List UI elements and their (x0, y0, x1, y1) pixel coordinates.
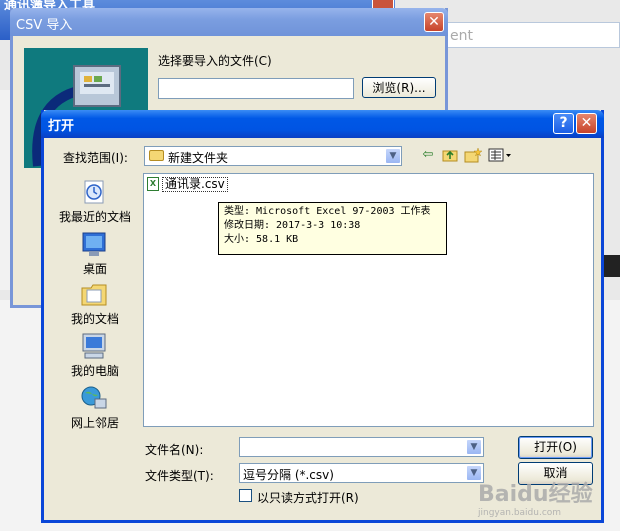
read-only-checkbox[interactable] (239, 489, 252, 502)
file-list-item[interactable]: 通讯录.csv (162, 177, 228, 192)
background-search-input[interactable]: ent (445, 22, 620, 48)
look-in-value: 新建文件夹 (168, 151, 229, 165)
file-name-input[interactable] (239, 437, 484, 457)
tooltip-modified-line: 修改日期: 2017-3-3 10:38 (224, 220, 361, 231)
back-arrow-icon[interactable]: ⇦ (418, 146, 438, 164)
my-documents-icon (81, 284, 107, 306)
desktop-icon (82, 232, 106, 256)
place-network-places[interactable]: 网上邻居 (55, 380, 135, 432)
place-my-documents[interactable]: 我的文档 (55, 276, 135, 328)
csv-file-path-input[interactable] (158, 78, 354, 99)
tooltip-type-line: 类型: Microsoft Excel 97-2003 工作表 (224, 206, 431, 217)
chevron-down-icon[interactable]: ▼ (466, 439, 482, 455)
file-name-label: 文件名(N): (145, 443, 204, 457)
read-only-label: 以只读方式打开(R) (257, 491, 359, 505)
network-places-icon (81, 386, 107, 409)
place-network-places-label: 网上邻居 (70, 416, 119, 430)
csv-file-prompt-label: 选择要导入的文件(C) (158, 54, 272, 68)
place-desktop-label: 桌面 (82, 262, 107, 276)
open-dialog-titlebar[interactable] (41, 110, 604, 138)
place-recent-documents-label: 我最近的文档 (58, 210, 131, 224)
place-my-computer-label: 我的电脑 (70, 364, 119, 378)
csv-dialog-title: CSV 导入 (16, 18, 73, 33)
browse-button[interactable]: 浏览(R)... (362, 77, 436, 98)
place-recent-documents[interactable]: 我最近的文档 (55, 174, 135, 226)
new-folder-icon[interactable] (463, 146, 483, 164)
tooltip-size-line: 大小: 58.1 KB (224, 234, 299, 245)
look-in-label: 查找范围(I): (63, 151, 128, 165)
up-folder-icon[interactable] (440, 146, 460, 164)
recent-documents-icon (84, 180, 104, 204)
my-computer-icon (82, 333, 106, 359)
baidu-watermark-url: jingyan.baidu.com (478, 508, 562, 518)
help-button[interactable]: ? (553, 113, 574, 134)
view-menu-icon[interactable] (487, 146, 513, 164)
open-dialog-close-button[interactable]: ✕ (576, 113, 597, 134)
open-button[interactable]: 打开(O) (518, 436, 593, 459)
baidu-watermark: Baidu经验 (478, 482, 593, 507)
file-info-tooltip: 类型: Microsoft Excel 97-2003 工作表 修改日期: 20… (218, 202, 447, 255)
chevron-down-icon[interactable]: ▼ (385, 148, 401, 164)
place-my-documents-label: 我的文档 (70, 312, 119, 326)
excel-csv-file-icon: X (147, 177, 159, 191)
file-type-value: 逗号分隔 (*.csv) (243, 468, 334, 482)
place-desktop[interactable]: 桌面 (55, 226, 135, 276)
open-dialog-title: 打开 (48, 119, 75, 134)
file-type-label: 文件类型(T): (145, 469, 214, 483)
csv-dialog-close-button[interactable]: ✕ (424, 12, 444, 32)
folder-icon (149, 150, 164, 161)
place-my-computer[interactable]: 我的电脑 (55, 328, 135, 380)
csv-dialog-titlebar (10, 8, 448, 36)
